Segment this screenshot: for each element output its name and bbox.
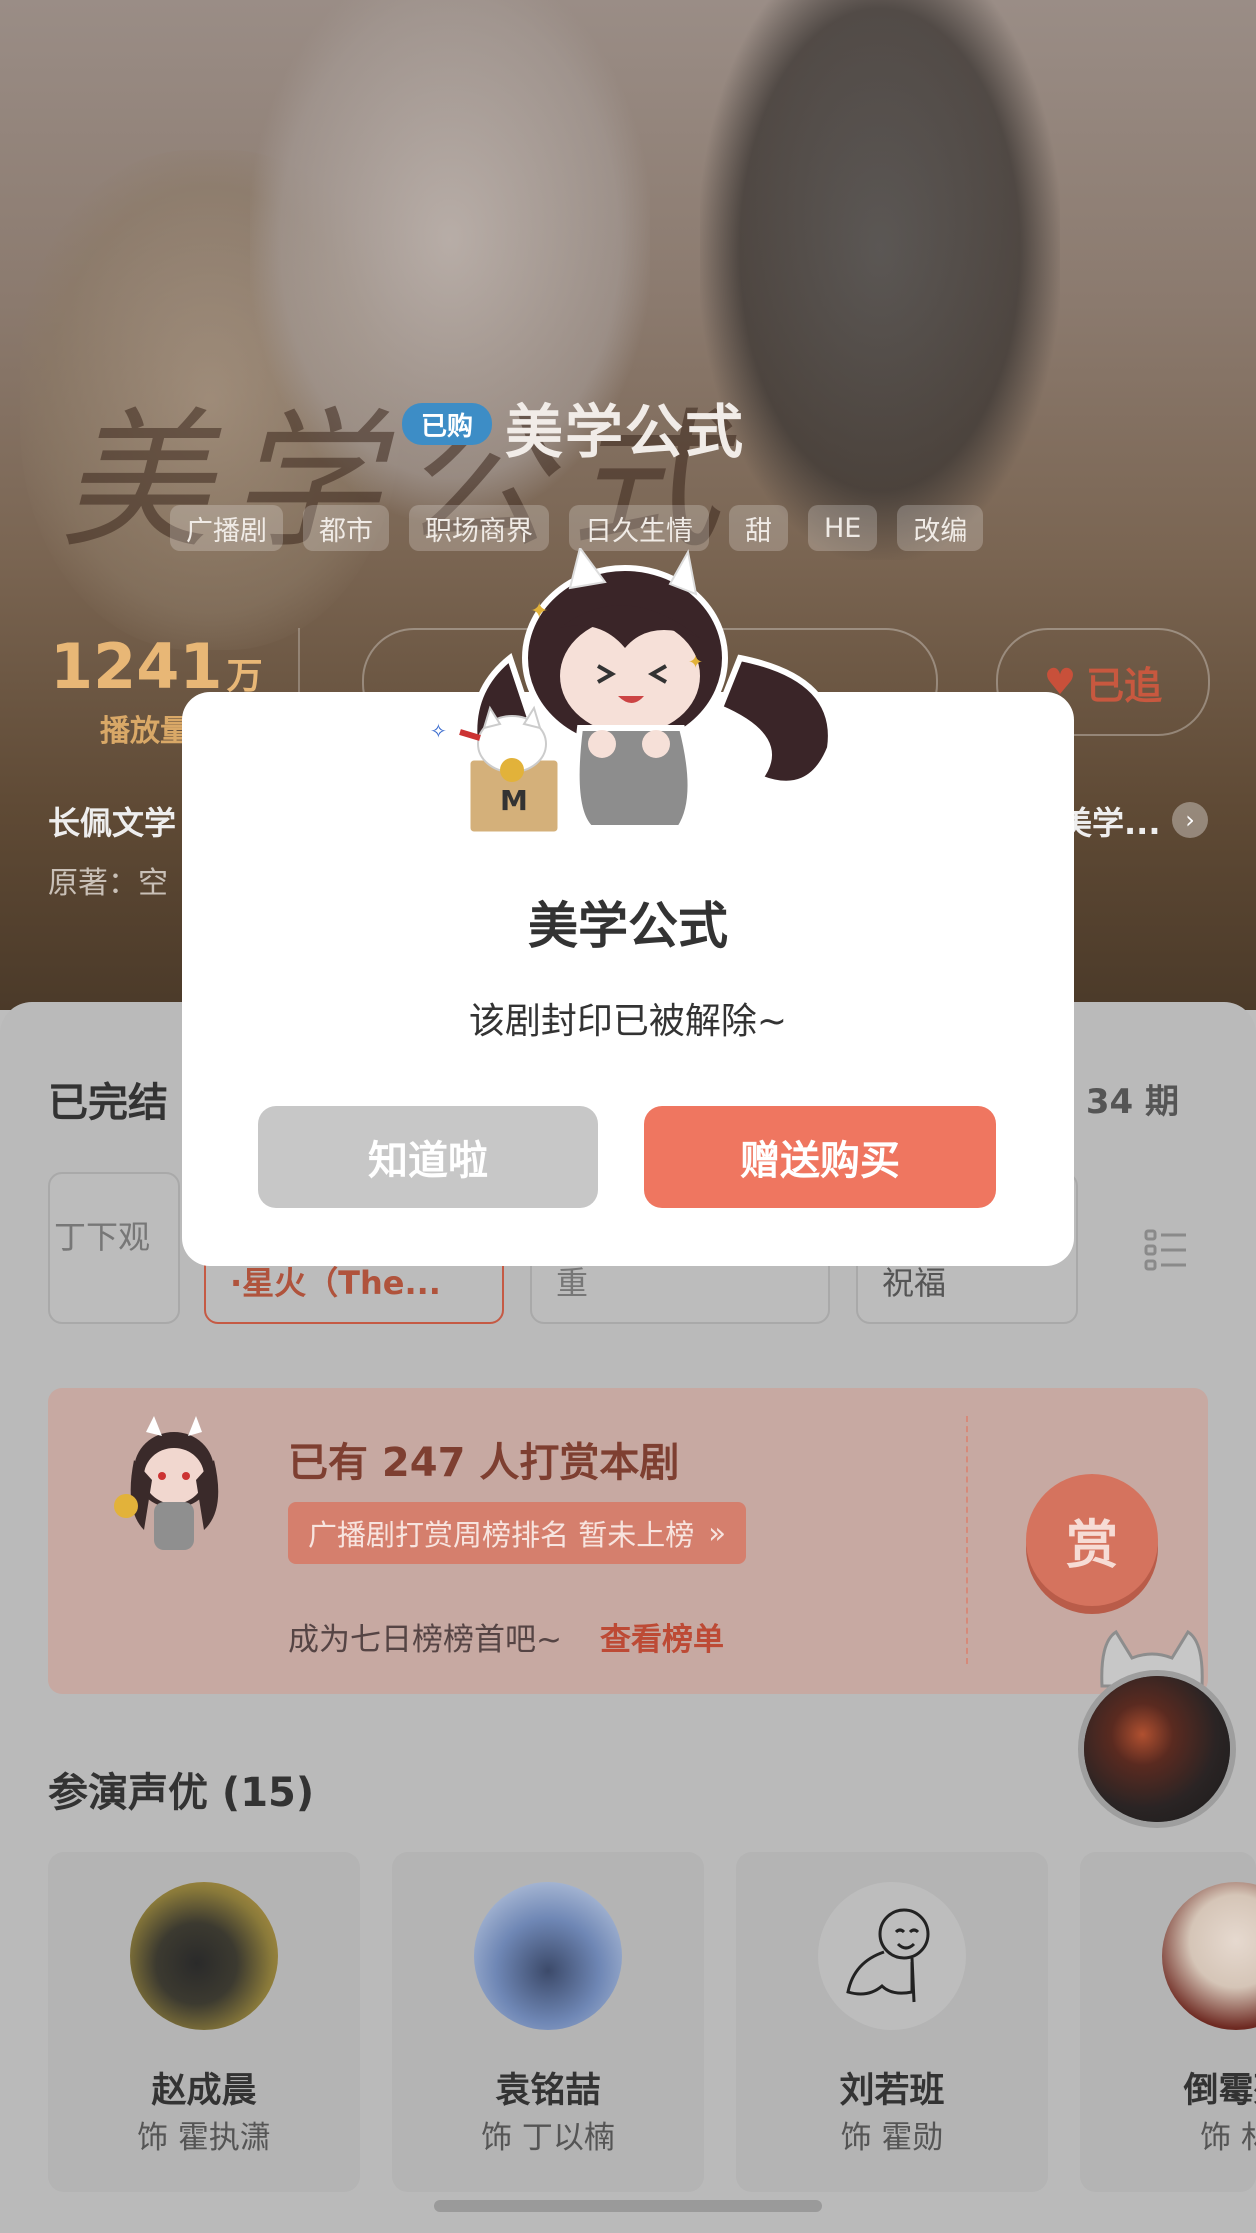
cast-section-title: 参演声优 (15) [48,1770,315,1816]
dialog-message: 该剧封印已被解除~ [468,1001,788,1042]
episode-card[interactable]: 丁下观 [48,1172,180,1324]
floating-player[interactable] [1078,1670,1236,1828]
reward-divider [966,1416,968,1664]
reward-rank-badge[interactable]: 广播剧打赏周榜排名 暂未上榜 » [288,1502,746,1564]
got-it-button[interactable]: 知道啦 [258,1106,598,1208]
play-count-label: 播放量 [100,714,190,749]
drama-title: 美学公式 [505,398,746,466]
original-author: 原著：空 [48,866,168,901]
reward-rank-text: 广播剧打赏周榜排名 暂未上榜 [308,1518,695,1552]
doodle-avatar-icon [846,1908,930,2003]
cast-role: 饰 林 [1200,2120,1256,2156]
avatar [818,1882,966,2030]
view-ranking-link[interactable]: 查看榜单 [600,1614,724,1659]
tag-item[interactable]: 职场商界 [409,505,549,551]
list-icon[interactable] [1144,1228,1188,1272]
tag-item[interactable]: 改编 [897,505,984,551]
cast-card[interactable]: 袁铭喆 饰 丁以楠 [392,1852,704,2192]
reward-mascot [114,1416,219,1550]
reward-subtext: 成为七日榜榜首吧~ [288,1622,562,1658]
cast-card[interactable]: 赵成晨 饰 霍执潇 [48,1852,360,2192]
purchased-badge: 已购 [402,403,492,445]
follow-label: 已追 [1086,663,1163,708]
home-indicator [434,2200,822,2212]
author-name[interactable]: 长佩文学 [48,798,176,844]
player-cover [1084,1676,1230,1822]
gift-purchase-button[interactable]: 赠送购买 [644,1106,996,1208]
play-count-unit: 万 [226,656,263,697]
dialog-mascot: M ✦ ✦ ✧ [430,548,834,837]
avatar [474,1882,622,2030]
tag-list: 广播剧 都市 职场商界 日久生情 甜 HE 改编 [170,505,984,551]
cast-name: 赵成晨 [151,2071,257,2111]
dialog-title: 美学公式 [528,897,728,955]
svg-text:M: M [500,784,528,817]
svg-text:✦: ✦ [688,652,703,673]
episode-title: 丁下观 [54,1218,151,1256]
cast-role: 饰 霍勋 [840,2120,944,2156]
reward-count: 已有 247 人打赏本剧 [288,1440,680,1486]
tag-item[interactable]: 甜 [729,505,788,551]
cast-name: 刘若班 [839,2071,945,2111]
cast-name: 倒霉死 [1183,2071,1256,2111]
double-chevron-icon: » [708,1516,726,1550]
cast-role: 饰 丁以楠 [481,2120,615,2156]
cast-card[interactable]: 倒霉死 饰 林 [1080,1852,1256,2192]
tag-item[interactable]: HE [808,505,878,551]
reward-button[interactable]: 赏 [1026,1474,1158,1606]
svg-text:✦: ✦ [530,599,548,624]
series-status: 已完结 [48,1080,168,1126]
tag-item[interactable]: 广播剧 [170,505,283,551]
chevron-right-icon[interactable]: › [1172,802,1208,838]
play-count-value: 1241 [50,630,223,703]
avatar [130,1882,278,2030]
avatar [1162,1882,1256,2030]
cast-card[interactable]: 刘若班 饰 霍勋 [736,1852,1048,2192]
cover-art-character-2 [700,0,1060,560]
svg-text:✧: ✧ [430,719,447,743]
tag-item[interactable]: 日久生情 [569,505,709,551]
cast-role: 饰 霍执潇 [137,2120,271,2156]
cast-name: 袁铭喆 [495,2071,601,2111]
series-link[interactable]: 美学... [1060,798,1160,844]
tag-item[interactable]: 都市 [303,505,389,551]
